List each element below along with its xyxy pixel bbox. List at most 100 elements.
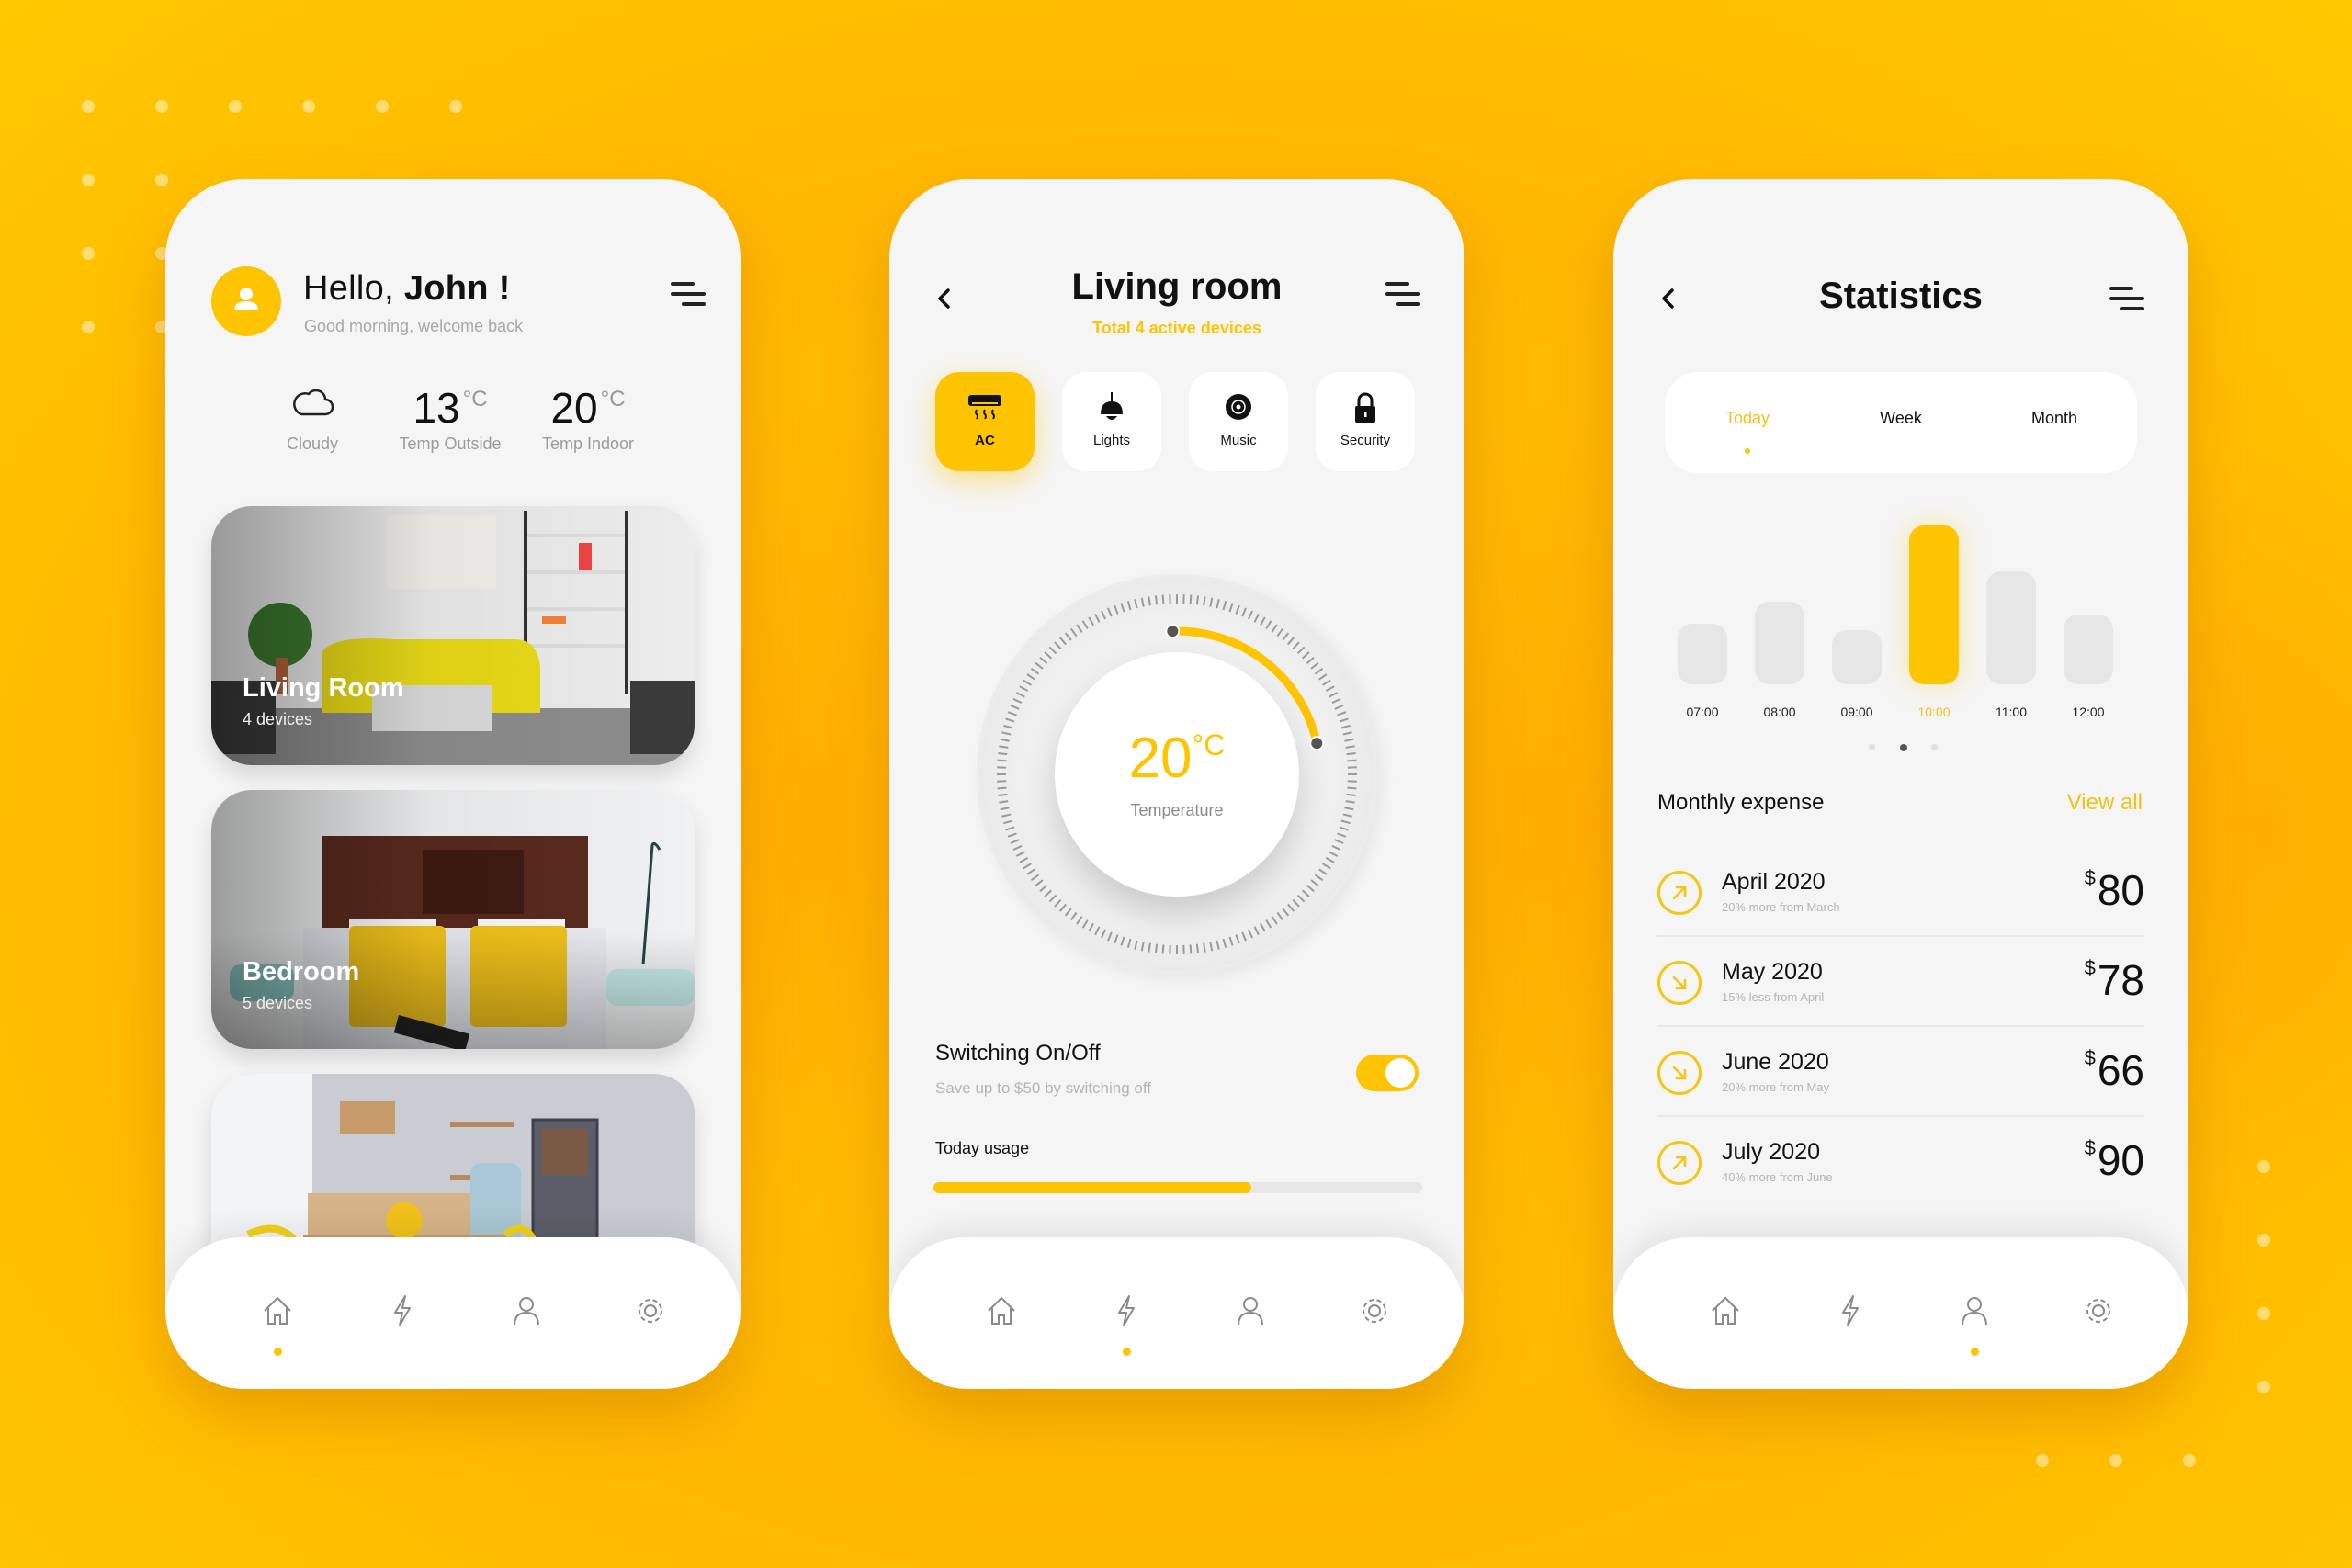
room-card-living-room[interactable]: Living Room 4 devices <box>211 506 695 765</box>
dial-tick <box>1296 894 1306 903</box>
divider <box>1657 1025 2144 1027</box>
menu-icon[interactable] <box>669 280 706 308</box>
expense-month: July 2020 <box>1722 1139 1821 1165</box>
power-toggle[interactable] <box>1356 1055 1419 1091</box>
dial-tick <box>1012 844 1023 851</box>
dial-tick <box>1039 656 1048 664</box>
device-label: Music <box>1220 433 1257 448</box>
expense-row[interactable]: June 2020 20% more from May $66 <box>1657 1034 2144 1124</box>
nav-energy[interactable] <box>1832 1292 1869 1329</box>
nav-energy[interactable] <box>384 1292 421 1329</box>
pager-dot[interactable] <box>1900 744 1907 751</box>
trend-up-icon <box>1657 1141 1702 1185</box>
chart-bar[interactable] <box>1832 629 1882 684</box>
chart-bar[interactable] <box>1909 525 1959 684</box>
dial-tick <box>1003 724 1013 729</box>
pager-dot[interactable] <box>1931 744 1938 750</box>
dial-tick <box>1318 673 1328 681</box>
dial-tick <box>1271 624 1278 633</box>
chart-bar[interactable] <box>1986 570 2036 684</box>
page-title: Statistics <box>1819 276 1983 316</box>
dial-tick <box>1329 692 1339 698</box>
dial-tick <box>1094 926 1101 936</box>
dial-tick <box>1342 731 1352 736</box>
usage-progress-fill <box>933 1182 1251 1193</box>
nav-home[interactable] <box>259 1292 296 1329</box>
dial-tick <box>1134 599 1138 609</box>
chart-bar[interactable] <box>1678 623 1727 684</box>
dial-tick <box>1265 620 1272 629</box>
dial-tick <box>1222 601 1227 611</box>
temp-indoor: 20 °C Temp Indoor <box>524 372 652 454</box>
expense-row[interactable]: July 2020 40% more from June $90 <box>1657 1124 2144 1214</box>
nav-home[interactable] <box>983 1292 1020 1329</box>
dial-tick <box>1048 646 1057 655</box>
dial-tick <box>1216 599 1220 609</box>
dial-tick <box>1101 610 1107 620</box>
dial-tick <box>1329 851 1339 857</box>
dial-tick <box>1247 929 1253 939</box>
room-card-bedroom[interactable]: Bedroom 5 devices <box>211 790 695 1049</box>
device-tile-music[interactable]: Music <box>1189 372 1288 471</box>
dial-tick <box>1195 943 1200 953</box>
thermostat-dial[interactable]: 20°C Temperature <box>977 574 1377 975</box>
dial-tick <box>998 751 1008 756</box>
tab-month[interactable]: Month <box>1990 409 2119 428</box>
nav-profile[interactable] <box>1956 1292 1993 1329</box>
menu-icon[interactable] <box>2108 285 2144 312</box>
dial-tick <box>1114 934 1119 944</box>
vinyl-disc-icon <box>1226 394 1251 420</box>
settings-icon <box>2086 1299 2110 1323</box>
pager-dot[interactable] <box>1869 744 1875 750</box>
dial-tick <box>1306 656 1315 664</box>
dial-tick <box>1203 942 1206 953</box>
chart-bar[interactable] <box>2064 615 2113 684</box>
dial-tick <box>1081 919 1089 929</box>
chart-x-label: 10:00 <box>1917 705 1951 719</box>
device-tile-lights[interactable]: Lights <box>1062 372 1161 471</box>
dial-tick <box>1039 885 1048 893</box>
background-dot <box>155 100 168 113</box>
avatar[interactable] <box>211 266 281 336</box>
chart-bar[interactable] <box>1755 601 1804 684</box>
nav-active-indicator <box>1123 1348 1131 1356</box>
chart-x-label: 09:00 <box>1840 705 1873 719</box>
nav-settings[interactable] <box>1356 1292 1393 1329</box>
dial-tick <box>1322 679 1331 686</box>
menu-icon[interactable] <box>1384 280 1420 308</box>
dial-tick <box>1023 679 1032 686</box>
dial-tick <box>1023 863 1032 870</box>
dial-tick <box>1007 711 1017 716</box>
expense-row[interactable]: May 2020 15% less from April $78 <box>1657 944 2144 1034</box>
trend-down-icon <box>1657 1051 1702 1095</box>
dial-tick <box>1222 938 1227 948</box>
dial-tick <box>1344 738 1354 742</box>
thermostat-value: 20°C <box>1128 727 1226 790</box>
chart-x-label: 12:00 <box>2072 705 2105 719</box>
dial-tick <box>1318 868 1328 875</box>
dial-tick <box>1005 826 1015 831</box>
dial-tick <box>1030 874 1040 882</box>
tab-week[interactable]: Week <box>1837 409 1965 428</box>
dial-tick <box>1003 819 1013 825</box>
dial-tick <box>1134 940 1138 950</box>
nav-home[interactable] <box>1707 1292 1744 1329</box>
dial-tick <box>1314 874 1324 882</box>
nav-settings[interactable] <box>632 1292 669 1329</box>
dial-tick <box>1126 601 1132 611</box>
nav-profile[interactable] <box>508 1292 545 1329</box>
view-all-link[interactable]: View all <box>2067 790 2143 816</box>
nav-profile[interactable] <box>1232 1292 1269 1329</box>
dial-tick <box>1015 692 1025 698</box>
dial-tick <box>1148 942 1151 953</box>
nav-settings[interactable] <box>2080 1292 2117 1329</box>
device-tile-security[interactable]: Security <box>1316 372 1415 471</box>
dial-tick <box>1322 863 1331 870</box>
thermostat-min-handle[interactable] <box>1165 624 1181 639</box>
dial-tick <box>1114 604 1119 615</box>
device-tile-ac[interactable]: AC <box>935 372 1035 471</box>
nav-energy[interactable] <box>1108 1292 1145 1329</box>
tab-today[interactable]: Today <box>1683 409 1812 428</box>
thermostat-handle[interactable] <box>1309 736 1325 751</box>
expense-row[interactable]: April 2020 20% more from March $80 <box>1657 854 2144 944</box>
